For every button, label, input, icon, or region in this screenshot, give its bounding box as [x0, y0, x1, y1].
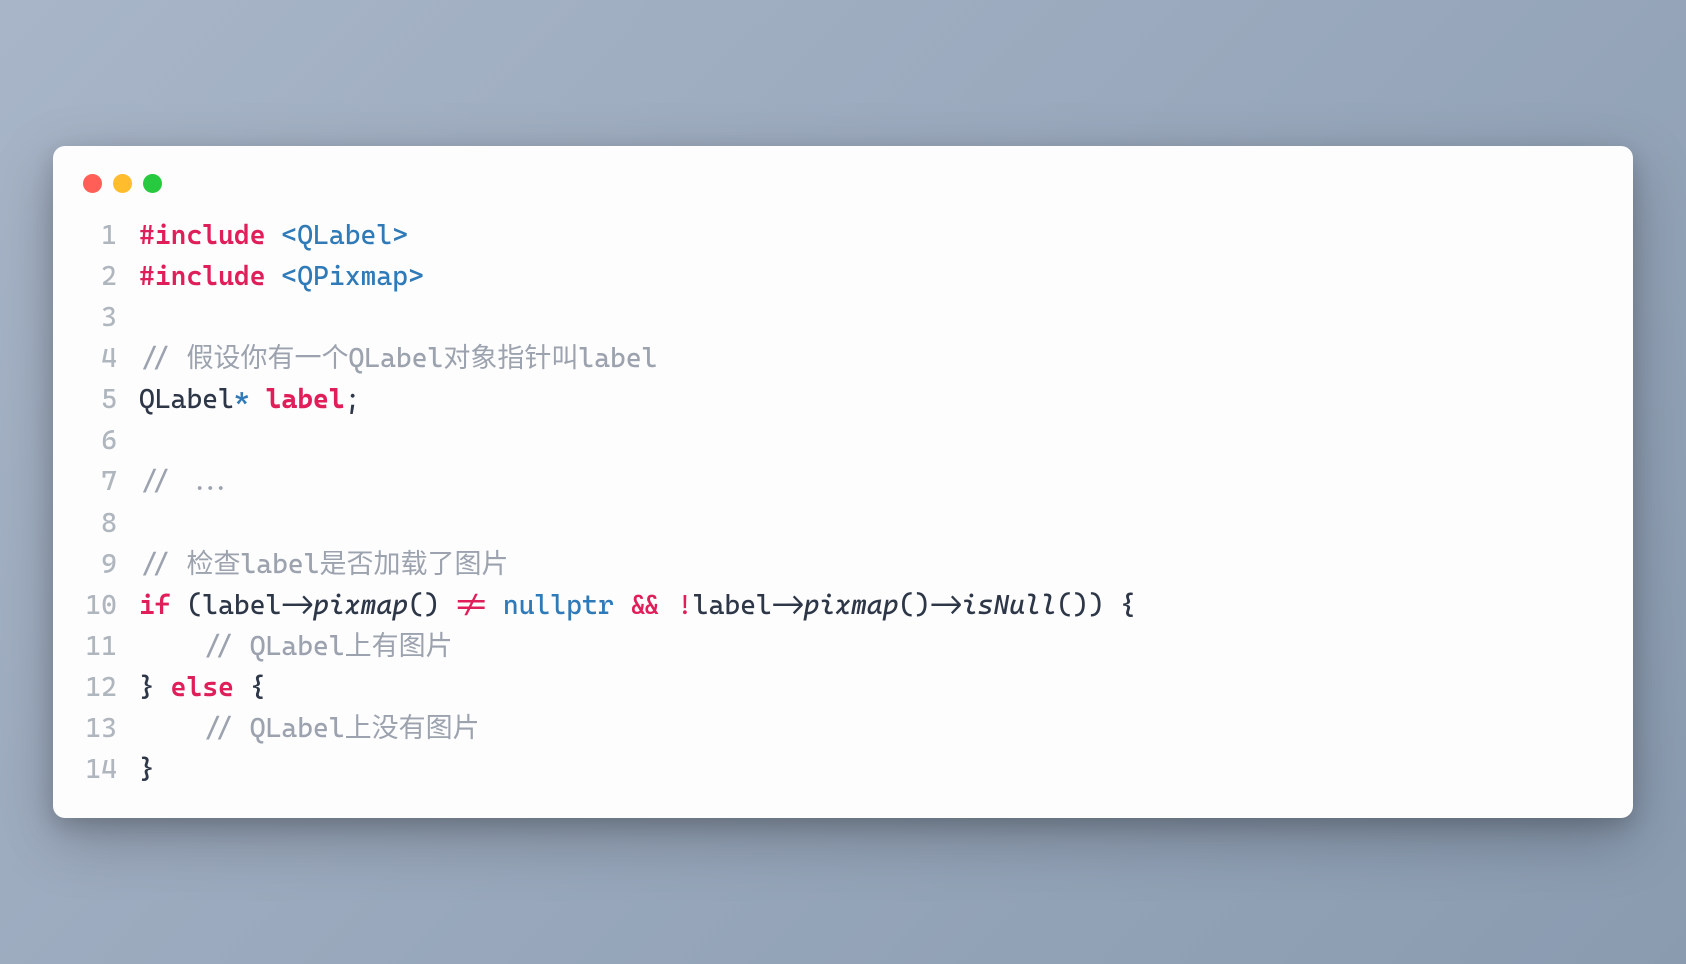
code-line: 9// 检查label是否加载了图片	[81, 544, 1605, 585]
code-token	[614, 590, 630, 621]
code-line: 14}	[81, 749, 1605, 790]
code-content: #include <QLabel>	[139, 215, 1605, 256]
code-token	[139, 631, 202, 662]
line-number: 6	[81, 420, 139, 461]
code-token	[139, 713, 202, 744]
code-token: ()	[408, 590, 455, 621]
code-token: // QLabel上没有图片	[202, 713, 479, 744]
code-token: nullptr	[503, 590, 614, 621]
code-line: 4// 假设你有一个QLabel对象指针叫label	[81, 338, 1605, 379]
code-token: *	[234, 384, 250, 415]
code-content: // QLabel上有图片	[139, 626, 1605, 667]
code-content: // 假设你有一个QLabel对象指针叫label	[139, 338, 1605, 379]
minimize-icon[interactable]	[113, 174, 132, 193]
code-token: label	[266, 384, 345, 415]
code-token: ;	[345, 384, 361, 415]
line-number: 8	[81, 503, 139, 544]
code-content: // QLabel上没有图片	[139, 708, 1605, 749]
code-token: include	[155, 261, 266, 292]
code-content: } else {	[139, 667, 1605, 708]
line-number: 11	[81, 626, 139, 667]
code-token: pixmap	[804, 590, 899, 621]
code-content	[139, 420, 1605, 461]
code-token: {	[234, 672, 266, 703]
code-token: // ...	[139, 466, 234, 497]
code-token	[266, 220, 282, 251]
code-token: }	[139, 754, 155, 785]
code-token: // QLabel上有图片	[202, 631, 452, 662]
code-content: // ...	[139, 461, 1605, 502]
code-line: 12} else {	[81, 667, 1605, 708]
code-window: 1#include <QLabel>2#include <QPixmap>34/…	[53, 146, 1633, 817]
line-number: 12	[81, 667, 139, 708]
code-token: QLabel	[139, 384, 234, 415]
code-line: 10if (label->pixmap() != nullptr && !lab…	[81, 585, 1605, 626]
code-line: 2#include <QPixmap>	[81, 256, 1605, 297]
close-icon[interactable]	[83, 174, 102, 193]
line-number: 5	[81, 379, 139, 420]
code-content	[139, 503, 1605, 544]
code-token: ()) {	[1057, 590, 1136, 621]
code-line: 11 // QLabel上有图片	[81, 626, 1605, 667]
code-token: }	[139, 672, 171, 703]
code-token: #	[139, 220, 155, 251]
line-number: 2	[81, 256, 139, 297]
code-token: label->	[693, 590, 804, 621]
code-token: pixmap	[313, 590, 408, 621]
line-number: 4	[81, 338, 139, 379]
code-content: }	[139, 749, 1605, 790]
code-token: #	[139, 261, 155, 292]
code-token	[487, 590, 503, 621]
code-token: !	[677, 590, 693, 621]
code-token: include	[155, 220, 266, 251]
code-token	[661, 590, 677, 621]
code-token: // 假设你有一个QLabel对象指针叫label	[139, 343, 657, 374]
code-token: isNull	[962, 590, 1057, 621]
line-number: 9	[81, 544, 139, 585]
code-line: 5QLabel* label;	[81, 379, 1605, 420]
code-content	[139, 297, 1605, 338]
code-token: &&	[629, 590, 661, 621]
line-number: 10	[81, 585, 139, 626]
code-token	[266, 261, 282, 292]
code-token: else	[171, 672, 234, 703]
maximize-icon[interactable]	[143, 174, 162, 193]
code-content: // 检查label是否加载了图片	[139, 544, 1605, 585]
code-line: 13 // QLabel上没有图片	[81, 708, 1605, 749]
code-content: #include <QPixmap>	[139, 256, 1605, 297]
code-line: 7// ...	[81, 461, 1605, 502]
window-titlebar	[53, 170, 1633, 215]
code-line: 3	[81, 297, 1605, 338]
code-content: QLabel* label;	[139, 379, 1605, 420]
code-token: <QPixmap>	[281, 261, 423, 292]
code-content: if (label->pixmap() != nullptr && !label…	[139, 585, 1605, 626]
code-token: <QLabel>	[281, 220, 408, 251]
line-number: 7	[81, 461, 139, 502]
code-token: if	[139, 590, 171, 621]
line-number: 13	[81, 708, 139, 749]
code-area[interactable]: 1#include <QLabel>2#include <QPixmap>34/…	[53, 215, 1633, 789]
code-token: (label->	[171, 590, 313, 621]
code-line: 8	[81, 503, 1605, 544]
code-token: ()->	[898, 590, 961, 621]
line-number: 3	[81, 297, 139, 338]
code-line: 6	[81, 420, 1605, 461]
code-line: 1#include <QLabel>	[81, 215, 1605, 256]
line-number: 1	[81, 215, 139, 256]
code-token	[250, 384, 266, 415]
code-token: !=	[455, 590, 487, 621]
line-number: 14	[81, 749, 139, 790]
code-token: // 检查label是否加载了图片	[139, 549, 509, 580]
